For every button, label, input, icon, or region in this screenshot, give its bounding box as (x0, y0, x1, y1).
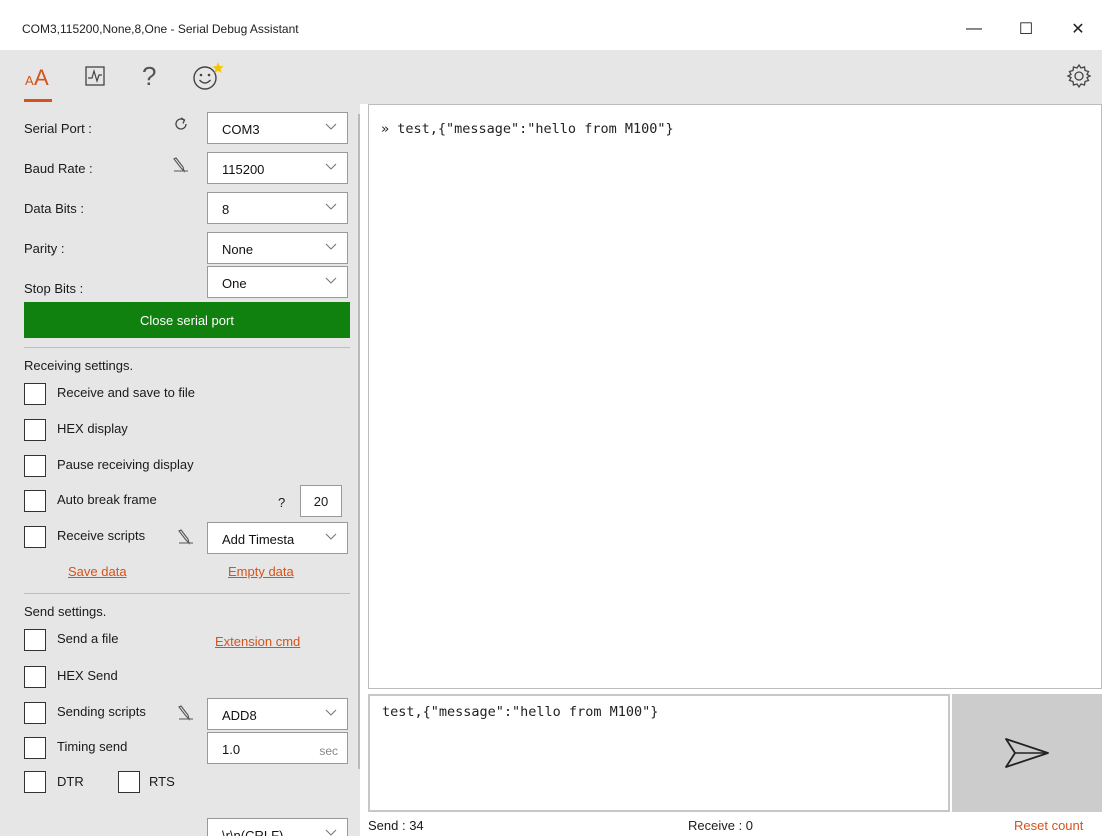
rts-checkbox[interactable] (118, 771, 140, 793)
auto-break-checkbox[interactable] (24, 490, 46, 512)
close-button[interactable]: ✕ (1056, 12, 1100, 46)
receive-count: Receive : 0 (688, 818, 754, 833)
send-button[interactable] (952, 694, 1102, 812)
chevron-down-icon (325, 203, 337, 210)
timing-send-input[interactable]: 1.0 sec (207, 732, 348, 764)
serial-port-value: COM3 (222, 122, 260, 137)
line-break-value: \r\n(CRLF) (222, 828, 284, 836)
hex-send-checkbox[interactable] (24, 666, 46, 688)
send-settings-title: Send settings. (24, 604, 107, 619)
stop-bits-value: One (222, 276, 247, 291)
receive-scripts-label: Receive scripts (57, 528, 146, 543)
send-text: test,{"message":"hello from M100"} (382, 704, 659, 720)
empty-data-link[interactable]: Empty data (228, 564, 294, 579)
send-file-checkbox[interactable] (24, 629, 46, 651)
pen-icon[interactable] (177, 528, 195, 549)
sending-scripts-label: Sending scripts (57, 704, 146, 719)
send-file-label: Send a file (57, 631, 119, 646)
baud-rate-value: 115200 (222, 162, 265, 177)
help-icon[interactable]: ? (132, 58, 166, 94)
panel-divider (358, 114, 360, 769)
timing-send-label: Timing send (57, 739, 128, 754)
active-tab-indicator (24, 99, 52, 102)
timing-send-checkbox[interactable] (24, 737, 46, 759)
sending-scripts-select[interactable]: ADD8 (207, 698, 348, 730)
chart-icon[interactable] (78, 58, 112, 94)
auto-break-input[interactable]: 20 (300, 485, 342, 517)
receiving-settings-title: Receiving settings. (24, 358, 134, 373)
extension-cmd-link[interactable]: Extension cmd (215, 634, 300, 649)
receive-panel[interactable]: » test,{"message":"hello from M100"} (368, 104, 1102, 689)
chevron-down-icon (325, 709, 337, 716)
data-bits-select[interactable]: 8 (207, 192, 348, 224)
reset-count-link[interactable]: Reset count (1014, 818, 1083, 833)
receive-save-file-label: Receive and save to file (57, 385, 196, 400)
send-count: Send : 34 (368, 818, 424, 833)
parity-select[interactable]: None (207, 232, 348, 264)
chevron-down-icon (325, 123, 337, 130)
sending-scripts-value: ADD8 (222, 708, 257, 723)
divider (24, 347, 350, 348)
close-serial-port-button[interactable]: Close serial port (24, 302, 350, 338)
pen-icon[interactable] (177, 704, 195, 725)
rts-label: RTS (149, 774, 175, 789)
svg-text:A: A (34, 65, 49, 89)
receive-text: » test,{"message":"hello from M100"} (381, 121, 674, 137)
pause-display-checkbox[interactable] (24, 455, 46, 477)
maximize-button[interactable]: ☐ (1004, 12, 1048, 46)
stop-bits-select[interactable]: One (207, 266, 348, 298)
pause-display-label: Pause receiving display (57, 457, 194, 472)
svg-text:?: ? (142, 62, 156, 90)
pen-icon[interactable] (172, 156, 190, 177)
chevron-down-icon (325, 829, 337, 836)
divider (24, 593, 350, 594)
timing-unit: sec (319, 744, 338, 758)
baud-rate-label: Baud Rate : (24, 161, 93, 176)
baud-rate-select[interactable]: 115200 (207, 152, 348, 184)
hex-display-checkbox[interactable] (24, 419, 46, 441)
line-break-select[interactable]: \r\n(CRLF) (207, 818, 348, 836)
svg-text:A: A (25, 73, 34, 88)
toolbar: A A ? (0, 50, 1102, 104)
settings-icon[interactable] (1064, 58, 1094, 94)
parity-label: Parity : (24, 241, 65, 256)
save-data-link[interactable]: Save data (68, 564, 127, 579)
chevron-down-icon (325, 533, 337, 540)
parity-value: None (222, 242, 254, 257)
smiley-icon[interactable] (188, 58, 228, 94)
auto-break-label: Auto break frame (57, 492, 157, 507)
receive-scripts-value: Add Timesta (222, 532, 295, 547)
chevron-down-icon (325, 243, 337, 250)
auto-break-help-icon[interactable]: ? (278, 495, 285, 510)
hex-send-label: HEX Send (57, 668, 118, 683)
chevron-down-icon (325, 163, 337, 170)
data-bits-label: Data Bits : (24, 201, 84, 216)
send-icon (1005, 738, 1049, 768)
stop-bits-label: Stop Bits : (24, 281, 84, 296)
hex-display-label: HEX display (57, 421, 128, 436)
receive-save-file-checkbox[interactable] (24, 383, 46, 405)
dtr-checkbox[interactable] (24, 771, 46, 793)
serial-port-label: Serial Port : (24, 121, 92, 136)
minimize-button[interactable]: — (952, 12, 996, 46)
timing-send-value: 1.0 (222, 742, 241, 757)
chevron-down-icon (325, 277, 337, 284)
sending-scripts-checkbox[interactable] (24, 702, 46, 724)
receive-scripts-checkbox[interactable] (24, 526, 46, 548)
text-mode-icon[interactable]: A A (22, 58, 56, 94)
dtr-label: DTR (57, 774, 84, 789)
settings-panel: Serial Port : COM3 Baud Rate : 115200 Da… (0, 104, 360, 836)
serial-port-select[interactable]: COM3 (207, 112, 348, 144)
data-bits-value: 8 (222, 202, 230, 217)
receive-scripts-select[interactable]: Add Timesta (207, 522, 348, 554)
send-input[interactable]: test,{"message":"hello from M100"} (368, 694, 950, 812)
window-title: COM3,115200,None,8,One - Serial Debug As… (22, 22, 299, 36)
title-bar: COM3,115200,None,8,One - Serial Debug As… (0, 0, 1102, 50)
refresh-icon[interactable] (172, 115, 190, 136)
